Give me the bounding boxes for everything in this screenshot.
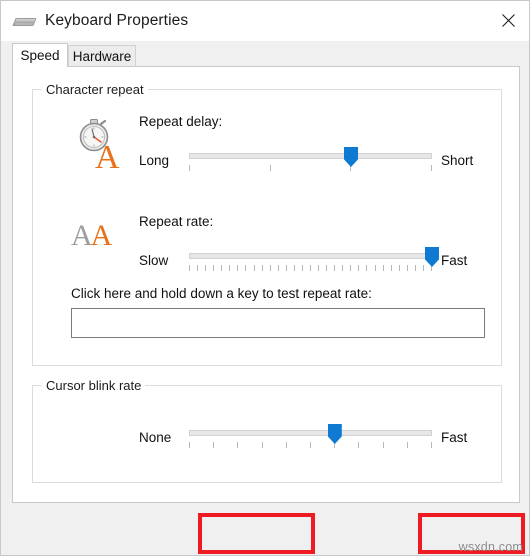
slider-tick [285, 265, 287, 271]
slider-tick [213, 265, 215, 271]
slider-tick [382, 265, 384, 271]
cursor-blink-max-label: Fast [441, 430, 468, 445]
slider-tick [293, 265, 295, 271]
keyboard-properties-window: Keyboard Properties Hardware Speed Chara… [0, 0, 530, 556]
slider-tick [334, 265, 336, 271]
close-icon[interactable] [485, 1, 529, 39]
slider-tick [431, 442, 432, 448]
svg-text:A: A [95, 139, 120, 170]
slider-tick [269, 165, 271, 171]
watermark: wsxdn.com [458, 540, 523, 554]
repeat-delay-min-label: Long [139, 153, 170, 168]
slider-tick [237, 265, 239, 271]
slider-tick [350, 265, 352, 271]
slider-tick [261, 265, 263, 271]
keyboard-icon [12, 12, 37, 30]
repeat-rate-title: Repeat rate: [139, 214, 214, 229]
cursor-blink-min-label: None [139, 430, 172, 445]
aa-icon-first: A [71, 219, 93, 252]
repeat-delay-ticks [189, 165, 432, 172]
slider-tick [237, 442, 239, 448]
repeat-rate-slider[interactable] [189, 245, 439, 272]
slider-tick [358, 265, 360, 271]
repeat-delay-title: Repeat delay: [139, 114, 223, 129]
slider-tick [229, 265, 231, 271]
slider-tick [285, 442, 287, 448]
repeat-rate-min-label: Slow [139, 253, 169, 268]
slider-tick [414, 265, 416, 271]
title-bar: Keyboard Properties [1, 1, 529, 41]
aa-icon: AA [71, 218, 127, 254]
cursor-blink-slider[interactable] [189, 422, 432, 449]
slider-tick [342, 265, 344, 271]
slider-tick [358, 442, 360, 448]
repeat-delay-track[interactable] [189, 153, 432, 159]
slider-tick [406, 442, 408, 448]
repeat-rate-ticks [189, 265, 432, 272]
slider-tick [213, 442, 215, 448]
slider-tick [205, 265, 207, 271]
stopwatch-a-icon: A [70, 118, 126, 176]
slider-tick [269, 265, 271, 271]
group-cursor-blink-label: Cursor blink rate [42, 378, 146, 393]
speed-tab-panel: Character repeat A Repeat delay: Long Sh… [12, 66, 520, 503]
slider-tick [277, 265, 279, 271]
dialog-button-bar: OK Cancel Apply [1, 504, 529, 555]
tab-strip: Hardware Speed [1, 41, 529, 67]
slider-tick [301, 265, 303, 271]
tab-hardware[interactable]: Hardware [68, 45, 136, 67]
group-character-repeat: Character repeat A Repeat delay: Long Sh… [32, 82, 502, 366]
slider-tick [366, 265, 368, 271]
cursor-blink-thumb[interactable] [327, 424, 342, 444]
slider-tick [422, 265, 424, 271]
slider-tick [189, 265, 190, 271]
repeat-test-label: Click here and hold down a key to test r… [71, 286, 372, 301]
window-title: Keyboard Properties [45, 12, 189, 29]
slider-tick [189, 165, 190, 171]
slider-tick [310, 265, 311, 271]
slider-tick [318, 265, 320, 271]
slider-tick [197, 265, 199, 271]
slider-tick [221, 265, 223, 271]
group-cursor-blink-rate: Cursor blink rate None Fast [32, 378, 502, 483]
slider-tick [431, 165, 432, 171]
group-character-repeat-label: Character repeat [42, 82, 148, 97]
cursor-blink-ticks [189, 442, 432, 449]
repeat-rate-thumb[interactable] [425, 247, 439, 267]
slider-tick [390, 265, 392, 271]
slider-tick [245, 265, 247, 271]
cursor-blink-track[interactable] [189, 430, 432, 436]
repeat-delay-max-label: Short [441, 153, 474, 168]
slider-tick [382, 442, 384, 448]
repeat-delay-thumb[interactable] [344, 147, 358, 167]
slider-tick [261, 442, 263, 448]
slider-tick [310, 442, 311, 448]
tab-speed[interactable]: Speed [12, 43, 68, 67]
repeat-test-input[interactable] [71, 308, 485, 338]
repeat-rate-track[interactable] [189, 253, 432, 259]
slider-tick [374, 265, 376, 271]
slider-tick [189, 442, 190, 448]
repeat-delay-slider[interactable] [189, 145, 432, 172]
slider-tick [406, 265, 408, 271]
repeat-rate-max-label: Fast [441, 253, 468, 268]
slider-tick [326, 265, 328, 271]
slider-tick [253, 265, 255, 271]
aa-icon-second: A [90, 219, 113, 252]
slider-tick [398, 265, 400, 271]
